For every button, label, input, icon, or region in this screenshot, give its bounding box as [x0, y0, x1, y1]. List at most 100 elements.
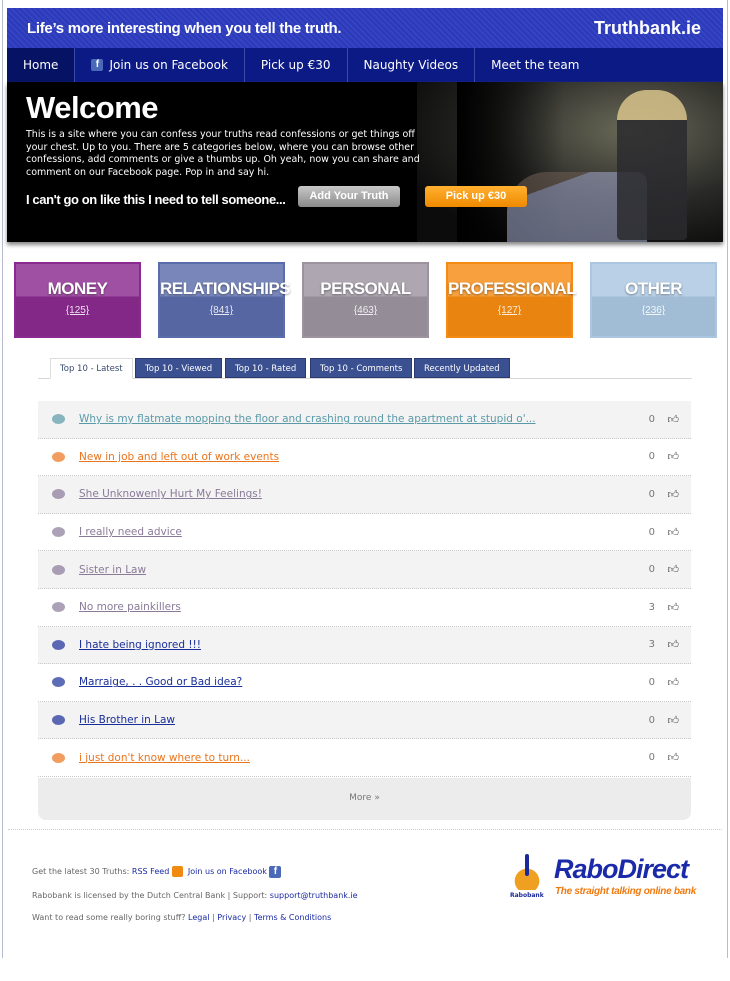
rabobank-label: Rabobank [510, 892, 544, 899]
list-item: His Brother in Law 0 👍︎ [38, 701, 691, 740]
truth-link[interactable]: Marraige, . . Good or Bad idea? [79, 676, 242, 688]
speech-bubble-icon [52, 602, 65, 613]
tab-top-10-comments[interactable]: Top 10 - Comments [310, 358, 413, 378]
category-count[interactable]: {125} [16, 305, 139, 316]
thumbs-up-icon[interactable]: 👍︎ [668, 638, 680, 651]
category-name: PERSONAL [320, 279, 411, 298]
photo-woman [617, 90, 687, 240]
category-name: MONEY [47, 279, 108, 298]
truth-list: Why is my flatmate mopping the floor and… [38, 401, 691, 777]
vote-count: 0 [648, 413, 655, 425]
category-count[interactable]: {463} [304, 305, 427, 316]
category-tile-professional[interactable]: PROFESSIONAL {127} [446, 262, 577, 338]
category-name: RELATIONSHIPS [160, 279, 291, 298]
category-tile-relationships[interactable]: RELATIONSHIPS {841} [158, 262, 291, 338]
sponsor-name: RaboDirect [554, 854, 689, 884]
rss-link[interactable]: RSS Feed [132, 867, 169, 876]
nav-naughty-videos[interactable]: Naughty Videos [348, 48, 476, 82]
support-email-link[interactable]: support@truthbank.ie [270, 891, 358, 900]
vote-count: 0 [648, 714, 655, 726]
footer-line-rss: Get the latest 30 Truths: RSS Feed Join … [32, 866, 282, 878]
add-truth-button[interactable]: Add Your Truth [298, 186, 400, 207]
truth-link[interactable]: New in job and left out of work events [79, 451, 279, 463]
list-item: Sister in Law 0 👍︎ [38, 551, 691, 589]
rabodirect-logo[interactable]: Rabobank RaboDirect The straight talking… [510, 852, 705, 902]
hero-text: This is a site where you can confess you… [26, 129, 420, 178]
hero-cta-text: I can't go on like this I need to tell s… [26, 192, 286, 207]
category-tile-other[interactable]: OTHER {236} [590, 262, 717, 338]
vote-count: 0 [648, 676, 655, 688]
truth-link[interactable]: I hate being ignored !!! [79, 639, 201, 651]
facebook-link[interactable]: Join us on Facebook [188, 867, 267, 876]
speech-bubble-icon [52, 639, 65, 650]
nav-label: Home [23, 58, 59, 72]
site-logo[interactable]: Truthbank.ie [594, 18, 701, 39]
list-item: I really need advice 0 👍︎ [38, 514, 691, 552]
category-count[interactable]: {841} [160, 305, 283, 316]
facebook-icon: f [91, 59, 104, 71]
thumbs-up-icon[interactable]: 👍︎ [668, 413, 680, 426]
vote-count: 3 [648, 639, 655, 651]
speech-bubble-icon [52, 715, 65, 726]
pick-up-button[interactable]: Pick up €30 [425, 186, 527, 207]
nav-meet-team[interactable]: Meet the team [475, 48, 595, 82]
truth-link[interactable]: She Unknowenly Hurt My Feelings! [79, 488, 262, 500]
legal-link[interactable]: Legal [188, 913, 209, 922]
thumbs-up-icon[interactable]: 👍︎ [668, 676, 680, 689]
tab-recently-updated[interactable]: Recently Updated [414, 358, 510, 378]
category-tile-money[interactable]: MONEY {125} [14, 262, 141, 338]
list-item: Why is my flatmate mopping the floor and… [38, 401, 691, 439]
thumbs-up-icon[interactable]: 👍︎ [668, 751, 680, 764]
list-item: I hate being ignored !!! 3 👍︎ [38, 626, 691, 665]
list-item: No more painkillers 3 👍︎ [38, 589, 691, 627]
footer-text: Rabobank is licensed by the Dutch Centra… [32, 891, 268, 900]
footer-line-legal: Want to read some really boring stuff? L… [32, 913, 331, 922]
tab-top-10-viewed[interactable]: Top 10 - Viewed [135, 358, 223, 378]
nav-facebook[interactable]: f Join us on Facebook [75, 48, 245, 82]
main-nav: Home f Join us on Facebook Pick up €30 Na… [7, 48, 723, 82]
thumbs-up-icon[interactable]: 👍︎ [668, 563, 680, 576]
truth-link[interactable]: I really need advice [79, 526, 182, 538]
footer-line-support: Rabobank is licensed by the Dutch Centra… [32, 891, 358, 900]
vote-count: 0 [648, 451, 655, 463]
hero-title: Welcome [26, 90, 159, 125]
nav-label: Naughty Videos [363, 58, 459, 72]
category-count[interactable]: {127} [448, 305, 571, 316]
divider [8, 829, 722, 830]
truth-link[interactable]: His Brother in Law [79, 714, 175, 726]
more-button[interactable]: More » [38, 778, 691, 820]
list-item: New in job and left out of work events 0 👍… [38, 439, 691, 477]
list-item: i just don't know where to turn... 0 👍︎ [38, 739, 691, 777]
facebook-icon[interactable]: f [269, 866, 282, 878]
category-count[interactable]: {236} [592, 305, 715, 316]
tab-top-10-rated[interactable]: Top 10 - Rated [225, 358, 307, 378]
rss-icon[interactable] [171, 866, 183, 877]
terms-link[interactable]: Terms & Conditions [254, 913, 331, 922]
list-item: She Unknowenly Hurt My Feelings! 0 👍︎ [38, 476, 691, 514]
nav-home[interactable]: Home [7, 48, 76, 82]
tagline: Life’s more interesting when you tell th… [27, 20, 342, 37]
category-name: PROFESSIONAL [448, 279, 577, 298]
thumbs-up-icon[interactable]: 👍︎ [668, 488, 680, 501]
hero-photo [417, 82, 723, 242]
truth-link[interactable]: Sister in Law [79, 564, 146, 576]
truth-link[interactable]: i just don't know where to turn... [79, 752, 250, 764]
tab-bar: Top 10 - Latest Top 10 - Viewed Top 10 - R… [38, 358, 692, 379]
thumbs-up-icon[interactable]: 👍︎ [668, 714, 680, 727]
rabobank-symbol-icon [514, 854, 540, 890]
thumbs-up-icon[interactable]: 👍︎ [668, 450, 680, 463]
speech-bubble-icon [52, 677, 65, 688]
truth-link[interactable]: Why is my flatmate mopping the floor and… [79, 413, 536, 425]
category-tile-personal[interactable]: PERSONAL {463} [302, 262, 429, 338]
truth-link[interactable]: No more painkillers [79, 601, 181, 613]
speech-bubble-icon [52, 451, 65, 462]
thumbs-up-icon[interactable]: 👍︎ [668, 526, 680, 539]
list-item: Marraige, . . Good or Bad idea? 0 👍︎ [38, 664, 691, 702]
thumbs-up-icon[interactable]: 👍︎ [668, 601, 680, 614]
separator: | [212, 913, 215, 922]
vote-count: 0 [648, 752, 655, 764]
tab-top-10-latest[interactable]: Top 10 - Latest [50, 358, 133, 379]
category-name: OTHER [625, 279, 683, 298]
nav-pick-up[interactable]: Pick up €30 [245, 48, 348, 82]
privacy-link[interactable]: Privacy [217, 913, 246, 922]
